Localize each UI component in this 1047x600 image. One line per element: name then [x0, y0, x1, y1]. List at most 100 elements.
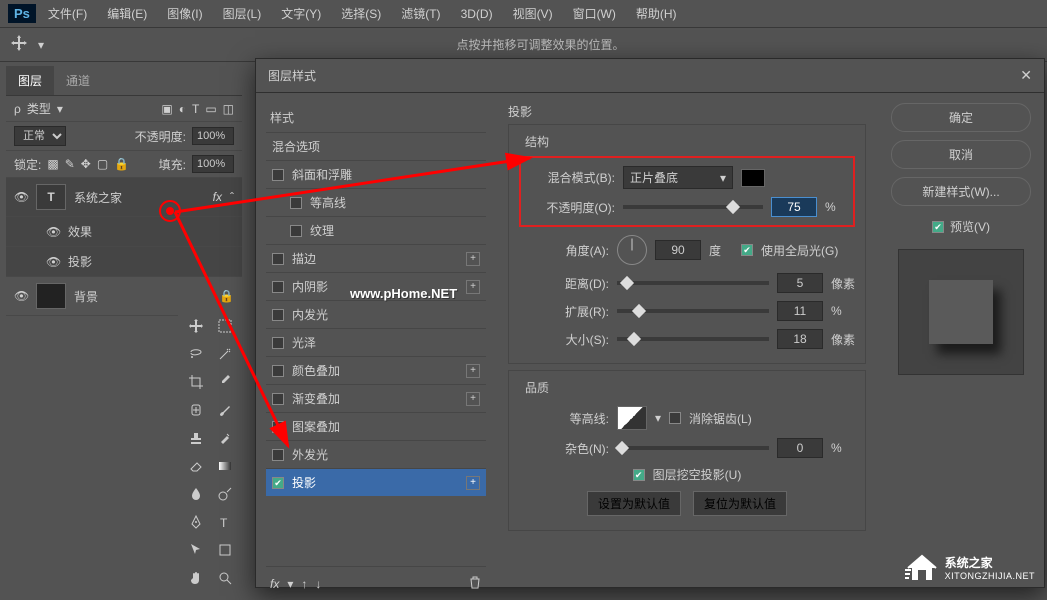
checkbox[interactable]: [272, 169, 284, 181]
filter-type[interactable]: 类型: [27, 100, 51, 117]
opacity-input[interactable]: [192, 127, 234, 145]
history-brush-icon[interactable]: [213, 426, 237, 450]
lock-move-icon[interactable]: ✥: [81, 157, 91, 171]
checkbox[interactable]: [272, 365, 284, 377]
visibility-icon[interactable]: 👁: [14, 289, 28, 303]
menu-image[interactable]: 图像(I): [159, 1, 210, 26]
close-icon[interactable]: ✕: [1020, 67, 1032, 84]
heal-tool-icon[interactable]: [184, 398, 208, 422]
style-gradient-overlay[interactable]: 渐变叠加+: [266, 384, 486, 412]
menu-select[interactable]: 选择(S): [333, 1, 389, 26]
add-icon[interactable]: +: [466, 364, 480, 378]
style-contour[interactable]: 等高线: [266, 188, 486, 216]
checkbox[interactable]: [272, 281, 284, 293]
menu-file[interactable]: 文件(F): [40, 1, 95, 26]
wand-tool-icon[interactable]: [213, 342, 237, 366]
layer-effects[interactable]: 👁 效果: [6, 217, 242, 247]
checkbox[interactable]: [272, 309, 284, 321]
layer-effect-dropshadow[interactable]: 👁 投影: [6, 247, 242, 277]
filter-type-icon[interactable]: T: [192, 102, 199, 116]
stamp-tool-icon[interactable]: [184, 426, 208, 450]
blur-tool-icon[interactable]: [184, 482, 208, 506]
fx-badge[interactable]: fx: [213, 190, 222, 204]
blending-options[interactable]: 混合选项: [266, 132, 486, 160]
spread-input[interactable]: [777, 301, 823, 321]
reset-default-button[interactable]: 复位为默认值: [693, 491, 787, 516]
filter-smart-icon[interactable]: ◫: [223, 102, 234, 116]
knockout-checkbox[interactable]: ✔: [633, 469, 645, 481]
checkbox[interactable]: [272, 421, 284, 433]
style-color-overlay[interactable]: 颜色叠加+: [266, 356, 486, 384]
style-satin[interactable]: 光泽: [266, 328, 486, 356]
brush-tool-icon[interactable]: [213, 398, 237, 422]
eraser-tool-icon[interactable]: [184, 454, 208, 478]
angle-input[interactable]: [655, 240, 701, 260]
distance-input[interactable]: [777, 273, 823, 293]
ok-button[interactable]: 确定: [891, 103, 1031, 132]
menu-view[interactable]: 视图(V): [505, 1, 561, 26]
lock-pixels-icon[interactable]: ▩: [47, 157, 58, 171]
gradient-tool-icon[interactable]: [213, 454, 237, 478]
marquee-tool-icon[interactable]: [213, 314, 237, 338]
fill-input[interactable]: [192, 155, 234, 173]
color-picker[interactable]: [741, 169, 765, 187]
visibility-icon[interactable]: 👁: [46, 255, 60, 269]
tab-layers[interactable]: 图层: [6, 66, 54, 95]
menu-type[interactable]: 文字(Y): [273, 1, 329, 26]
style-drop-shadow[interactable]: ✔投影+: [266, 468, 486, 496]
checkbox[interactable]: [290, 197, 302, 209]
make-default-button[interactable]: 设置为默认值: [587, 491, 681, 516]
size-input[interactable]: [777, 329, 823, 349]
noise-slider[interactable]: [617, 446, 769, 450]
checkbox[interactable]: [272, 449, 284, 461]
blend-mode-select[interactable]: 正常: [14, 126, 66, 146]
dodge-tool-icon[interactable]: [213, 482, 237, 506]
add-icon[interactable]: +: [466, 280, 480, 294]
zoom-tool-icon[interactable]: [213, 566, 237, 590]
fx-menu-icon[interactable]: fx: [270, 577, 279, 591]
checkbox[interactable]: [272, 337, 284, 349]
filter-shape-icon[interactable]: ▭: [205, 102, 216, 116]
style-stroke[interactable]: 描边+: [266, 244, 486, 272]
new-style-button[interactable]: 新建样式(W)...: [891, 177, 1031, 206]
checkbox[interactable]: [290, 225, 302, 237]
cancel-button[interactable]: 取消: [891, 140, 1031, 169]
eyedropper-tool-icon[interactable]: [213, 370, 237, 394]
menu-help[interactable]: 帮助(H): [628, 1, 685, 26]
move-tool-icon[interactable]: [184, 314, 208, 338]
checkbox[interactable]: [272, 393, 284, 405]
chevron-down-icon[interactable]: ▾: [287, 577, 293, 591]
move-tool-icon[interactable]: [10, 34, 28, 55]
preview-checkbox[interactable]: ✔: [932, 221, 944, 233]
filter-adjust-icon[interactable]: ◐: [179, 102, 186, 116]
menu-edit[interactable]: 编辑(E): [99, 1, 155, 26]
text-tool-icon[interactable]: T: [213, 510, 237, 534]
add-icon[interactable]: +: [466, 392, 480, 406]
global-light-checkbox[interactable]: ✔: [741, 244, 753, 256]
style-texture[interactable]: 纹理: [266, 216, 486, 244]
lasso-tool-icon[interactable]: [184, 342, 208, 366]
style-pattern-overlay[interactable]: 图案叠加: [266, 412, 486, 440]
style-outer-glow[interactable]: 外发光: [266, 440, 486, 468]
visibility-icon[interactable]: 👁: [46, 225, 60, 239]
path-select-icon[interactable]: [184, 538, 208, 562]
checkbox[interactable]: ✔: [272, 477, 284, 489]
opacity-slider[interactable]: [623, 205, 763, 209]
pen-tool-icon[interactable]: [184, 510, 208, 534]
blend-mode-select[interactable]: 正片叠底 ▾: [623, 166, 733, 189]
arrow-down-icon[interactable]: ↓: [315, 577, 321, 591]
add-icon[interactable]: +: [466, 252, 480, 266]
style-bevel[interactable]: 斜面和浮雕: [266, 160, 486, 188]
crop-tool-icon[interactable]: [184, 370, 208, 394]
antialias-checkbox[interactable]: [669, 412, 681, 424]
chevron-down-icon[interactable]: ▾: [655, 411, 661, 425]
checkbox[interactable]: [272, 253, 284, 265]
lock-paint-icon[interactable]: ✎: [65, 157, 75, 171]
filter-image-icon[interactable]: ▣: [161, 102, 172, 116]
size-slider[interactable]: [617, 337, 769, 341]
menu-3d[interactable]: 3D(D): [453, 3, 501, 25]
lock-artboard-icon[interactable]: ▢: [97, 157, 108, 171]
shape-tool-icon[interactable]: [213, 538, 237, 562]
add-icon[interactable]: +: [466, 476, 480, 490]
menu-window[interactable]: 窗口(W): [565, 1, 624, 26]
